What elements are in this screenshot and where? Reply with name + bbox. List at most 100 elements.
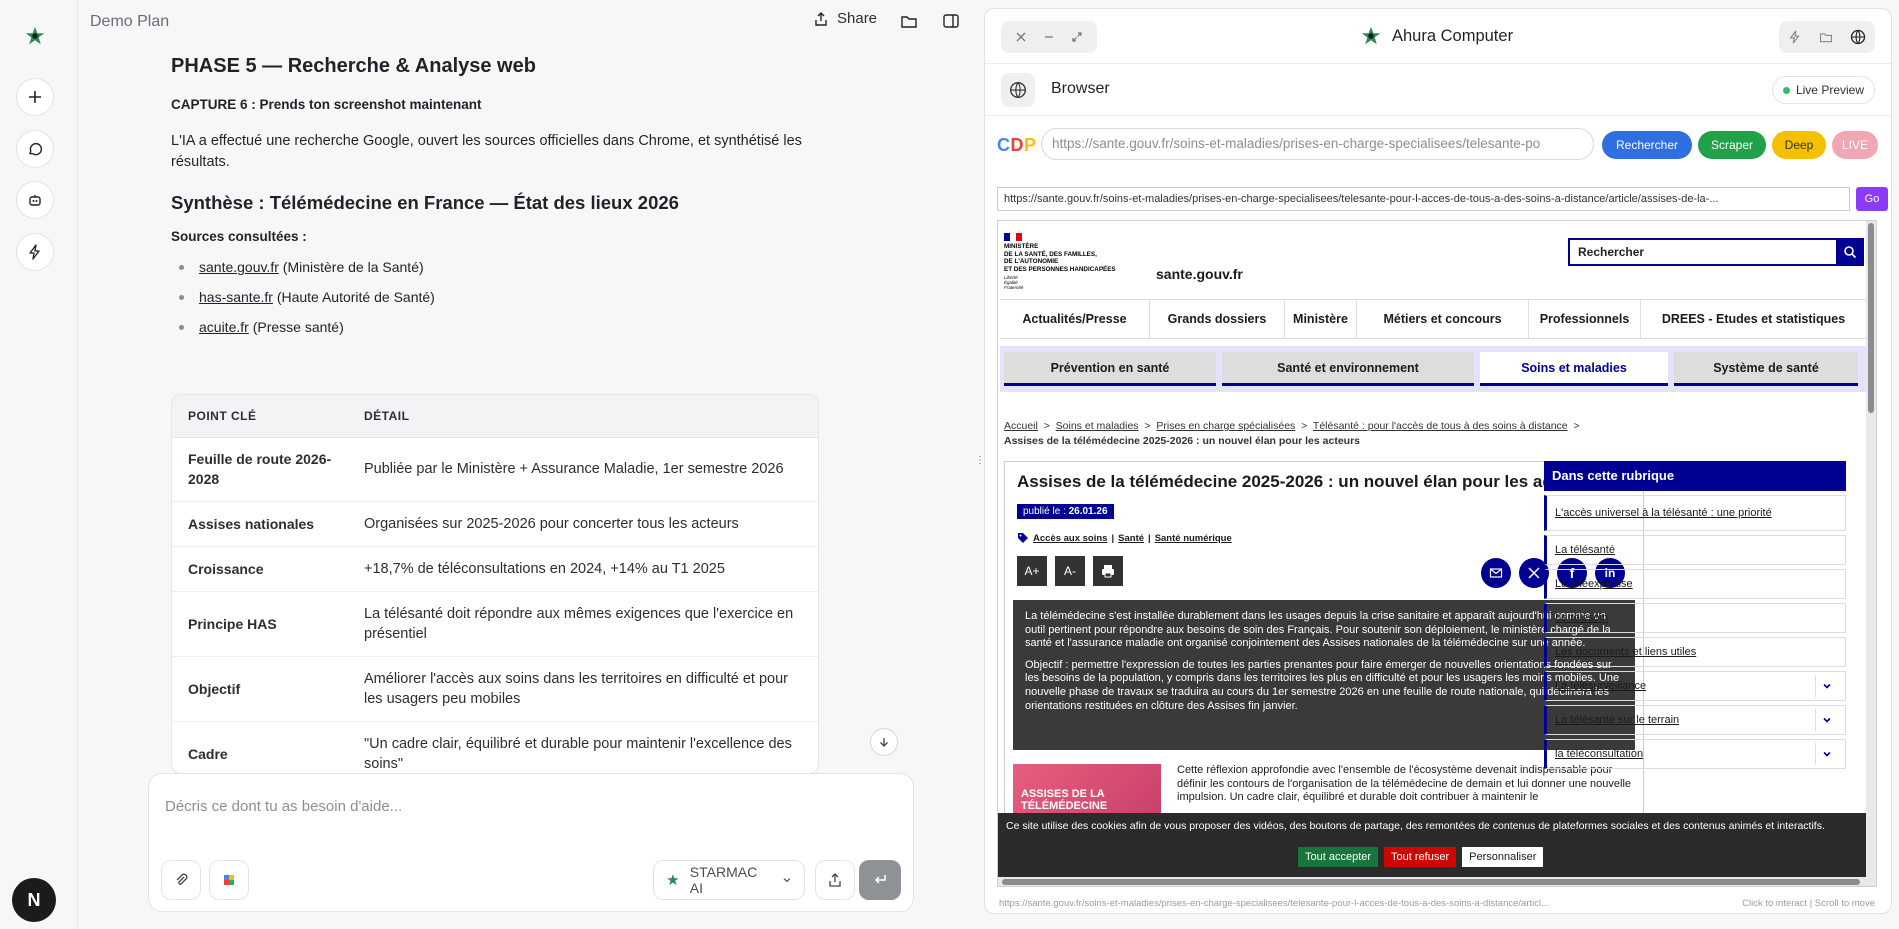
app-logo-icon[interactable] (24, 25, 46, 47)
url-input[interactable]: https://sante.gouv.fr/soins-et-maladies/… (1041, 128, 1594, 160)
search-button[interactable]: Rechercher (1602, 131, 1692, 159)
robot-icon[interactable] (16, 181, 54, 219)
sidebar-item[interactable]: L'accès universel à la télésanté : une p… (1544, 495, 1846, 531)
go-button[interactable]: Go (1856, 187, 1888, 211)
sidebar-item[interactable]: Les documents et liens utiles (1544, 637, 1846, 667)
sidebar-link[interactable]: la téléconsultation (1555, 748, 1643, 760)
sub-nav-item[interactable]: Santé et environnement (1222, 352, 1474, 386)
cookie-customize-button[interactable]: Personnaliser (1462, 847, 1544, 867)
folder-icon[interactable] (1819, 30, 1833, 44)
source-link[interactable]: sante.gouv.fr (199, 259, 279, 275)
font-decrease-button[interactable]: A- (1055, 556, 1085, 586)
nav-item[interactable]: DREES - Etudes et statistiques (1641, 300, 1866, 338)
vertical-scrollbar[interactable] (1866, 221, 1876, 886)
ministry-logo[interactable]: MINISTÈRE DE LA SANTÉ, DES FAMILLES, DE … (1004, 233, 1144, 290)
sidebar-item[interactable]: La téléexpertise (1544, 569, 1846, 599)
globe-icon[interactable] (1850, 29, 1866, 45)
lightning-icon[interactable] (1788, 30, 1802, 44)
message-composer[interactable]: Décris ce dont tu as besoin d'aide... ST… (148, 773, 914, 912)
site-search-button[interactable] (1836, 238, 1864, 266)
resize-handle-icon[interactable]: ⋮ (975, 455, 985, 466)
sidebar-link[interactable]: Le télésoin (1555, 612, 1608, 624)
cookie-accept-button[interactable]: Tout accepter (1298, 847, 1379, 867)
status-dot (1782, 86, 1790, 94)
lead-paragraph: Objectif : permettre l'expression de tou… (1025, 658, 1620, 712)
tag-link[interactable]: Accès aux soins (1033, 533, 1107, 544)
scroll-down-button[interactable] (870, 728, 898, 756)
sidebar-link[interactable]: La télésanté (1555, 544, 1615, 556)
chevron-down-icon (783, 878, 791, 883)
chat-bubble-icon[interactable] (16, 130, 54, 168)
chevron-down-icon[interactable] (1815, 675, 1837, 697)
print-button[interactable] (1093, 556, 1123, 586)
browser-label: Browser (1051, 80, 1110, 97)
chevron-down-icon[interactable] (1815, 709, 1837, 731)
breadcrumb-link[interactable]: Prises en charge spécialisées (1156, 420, 1295, 432)
drive-button[interactable] (209, 860, 249, 900)
attach-button[interactable] (161, 860, 201, 900)
sidebar-link[interactable]: Les documents et liens utiles (1555, 646, 1696, 658)
source-link[interactable]: has-sante.fr (199, 289, 273, 305)
sub-nav-item-active[interactable]: Soins et maladies (1480, 352, 1668, 386)
nav-item[interactable]: Actualités/Presse (1000, 300, 1150, 338)
article-tags: Accès aux soins | Santé | Santé numériqu… (1017, 532, 1232, 544)
sidebar-item[interactable]: La télésurveillance (1544, 671, 1846, 701)
minimize-icon[interactable] (1043, 31, 1055, 43)
sidebar-link[interactable]: La télésanté sur le terrain (1555, 714, 1679, 726)
nav-item[interactable]: Ministère (1285, 300, 1357, 338)
chevron-down-icon[interactable] (1815, 743, 1837, 765)
sidebar-link[interactable]: L'accès universel à la télésanté : une p… (1555, 507, 1772, 519)
lightning-icon[interactable] (16, 233, 54, 271)
nav-item[interactable]: Grands dossiers (1150, 300, 1285, 338)
close-icon[interactable] (1015, 31, 1027, 43)
share-email-button[interactable] (1481, 558, 1511, 588)
breadcrumb-link[interactable]: Accueil (1004, 420, 1038, 432)
model-selector[interactable]: STARMAC AI (653, 860, 805, 900)
cookie-refuse-button[interactable]: Tout refuser (1384, 847, 1457, 867)
live-preview-badge[interactable]: Live Preview (1771, 76, 1875, 104)
nav-item[interactable]: Métiers et concours (1357, 300, 1529, 338)
sidebar-link[interactable]: La télésurveillance (1555, 680, 1646, 692)
folder-icon[interactable] (900, 12, 918, 30)
breadcrumb-link[interactable]: Soins et maladies (1056, 420, 1139, 432)
sidebar-title: Dans cette rubrique (1544, 461, 1846, 491)
panel-toggle-icon[interactable] (942, 12, 960, 30)
sidebar-item[interactable]: la téléconsultation (1544, 739, 1846, 769)
deep-button[interactable]: Deep (1772, 131, 1826, 159)
lead-paragraph: La télémédecine s'est installée durablem… (1025, 610, 1611, 650)
sidebar-link[interactable]: La téléexpertise (1555, 578, 1633, 590)
live-button[interactable]: LIVE (1832, 131, 1878, 159)
upload-button[interactable] (815, 860, 855, 900)
computer-panel: Ahura Computer Browser Live Preview CDP … (984, 8, 1892, 914)
sub-nav-item[interactable]: Prévention en santé (1004, 352, 1216, 386)
new-chat-button[interactable] (16, 78, 54, 116)
share-button[interactable]: Share (813, 10, 877, 27)
scraper-button[interactable]: Scraper (1698, 131, 1766, 159)
composer-input[interactable]: Décris ce dont tu as besoin d'aide... (165, 798, 402, 815)
address-input[interactable]: https://sante.gouv.fr/soins-et-maladies/… (997, 187, 1850, 211)
cdp-logo: CDP (997, 135, 1037, 155)
horizontal-scrollbar[interactable] (998, 877, 1868, 886)
tag-link[interactable]: Santé (1118, 533, 1144, 544)
font-increase-button[interactable]: A+ (1017, 556, 1047, 586)
user-avatar[interactable]: N (12, 878, 56, 922)
sidebar-item[interactable]: La télésanté (1544, 535, 1846, 565)
tag-link[interactable]: Santé numérique (1155, 533, 1232, 544)
article-body: Cette réflexion approfondie avec l'ensem… (1177, 764, 1632, 804)
row-detail: Améliorer l'accès aux soins dans les ter… (348, 656, 818, 722)
site-domain[interactable]: sante.gouv.fr (1156, 266, 1243, 282)
site-search-input[interactable]: Rechercher (1568, 238, 1836, 266)
nav-item[interactable]: Professionnels (1529, 300, 1641, 338)
breadcrumb-link[interactable]: Télésanté : pour l'accès de tous à des s… (1313, 420, 1568, 432)
send-button[interactable] (859, 860, 901, 900)
sub-nav-item[interactable]: Système de santé (1674, 352, 1858, 386)
table-row: Feuille de route 2026-2028 Publiée par le… (172, 437, 818, 502)
expand-icon[interactable] (1071, 31, 1083, 43)
sidebar-item[interactable]: La télésanté sur le terrain (1544, 705, 1846, 735)
sidebar-item[interactable]: Le télésoin (1544, 603, 1846, 633)
source-link[interactable]: acuite.fr (199, 319, 249, 335)
tag-icon (1018, 533, 1028, 543)
browser-viewport[interactable]: MINISTÈRE DE LA SANTÉ, DES FAMILLES, DE … (997, 220, 1877, 887)
article-title: Assises de la télémédecine 2025-2026 : u… (1017, 472, 1594, 491)
x-logo-icon (1528, 567, 1540, 579)
